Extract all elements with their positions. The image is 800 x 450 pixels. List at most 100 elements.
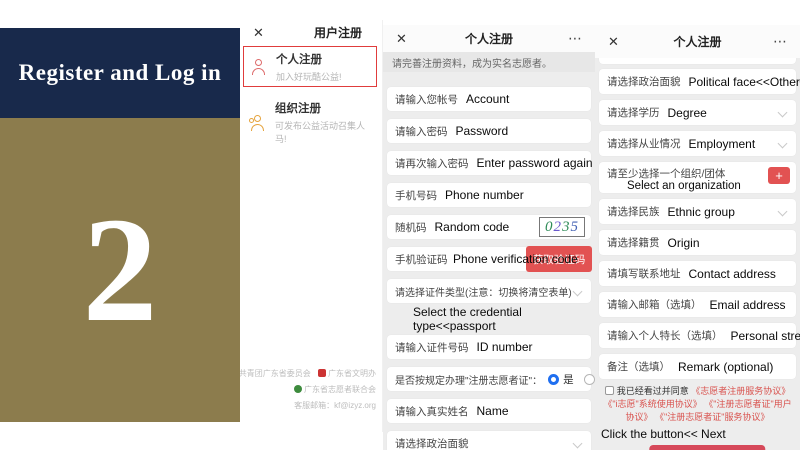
degree-placeholder: 请选择学历 <box>607 105 660 120</box>
degree-annotation: Degree <box>668 106 707 120</box>
ethnic-group-select[interactable]: 请选择民族 Ethnic group <box>599 199 796 224</box>
account-annotation: Account <box>466 92 509 106</box>
political-status-select[interactable]: 请选择政治面貌 <box>387 431 591 450</box>
add-organization-button[interactable]: + <box>768 167 790 184</box>
organization-registration-item[interactable]: 组织注册 可发布公益活动召集人马! <box>243 102 377 143</box>
sms-code-placeholder: 手机验证码 <box>395 252 448 267</box>
organization-placeholder: 请至少选择一个组织/团体 <box>607 166 725 181</box>
more-menu-icon[interactable]: ⋯ <box>773 33 788 50</box>
password-confirm-input[interactable]: 请再次输入密码 Enter password again <box>387 151 591 175</box>
group-icon <box>249 114 266 131</box>
person-icon <box>250 58 267 75</box>
strengths-annotation: Personal strengths <box>731 329 800 343</box>
personal-registration-label: 个人注册 <box>276 51 342 67</box>
sponsor-org2: 广东省文明办 <box>328 369 376 378</box>
account-placeholder: 请输入您帐号 <box>395 92 458 107</box>
degree-select[interactable]: 请选择学历 Degree <box>599 100 796 125</box>
promo-panel: Register and Log in 2 <box>0 28 240 422</box>
real-name-input[interactable]: 请输入真实姓名 Name <box>387 399 591 423</box>
radio-yes[interactable] <box>548 374 559 385</box>
sponsor-footer: 共青团广东省委员会 广东省文明办 广东省志愿者联合会 客服邮箱：kf@izyz.… <box>240 366 376 414</box>
form-hint: 请完善注册资料，成为实名志愿者。 <box>383 52 595 72</box>
step-number: 2 <box>83 195 158 345</box>
screen-personal-registration-2: ✕ 个人注册 ⋯ 请选择政治面貌 Political face<<Other 请… <box>595 25 800 450</box>
screen-user-registration: ✕ 用户注册 个人注册 加入好玩酷公益! 组织注册 可发布公益活动召集人马! 共… <box>240 20 383 432</box>
email-input[interactable]: 请输入邮箱（选填） Email address <box>599 292 796 317</box>
more-menu-icon[interactable]: ⋯ <box>568 30 583 47</box>
personal-registration-item[interactable]: 个人注册 加入好玩酷公益! <box>243 46 377 87</box>
employment-select[interactable]: 请选择从业情况 Employment <box>599 131 796 156</box>
contact-address-input[interactable]: 请填写联系地址 Contact address <box>599 261 796 286</box>
screen2-header: ✕ 个人注册 ⋯ <box>383 25 595 52</box>
employment-annotation: Employment <box>689 137 756 151</box>
personal-registration-subtitle: 加入好玩酷公益! <box>276 70 342 83</box>
cut-off-row <box>599 58 796 64</box>
next-annotation: Click the button<< Next <box>599 424 796 441</box>
get-sms-code-button[interactable]: 获取验证码 <box>526 246 592 272</box>
random-code-placeholder: 随机码 <box>395 220 427 235</box>
promo-step-block: 2 <box>0 118 240 422</box>
screen3-title: 个人注册 <box>595 33 800 50</box>
screen3-header: ✕ 个人注册 ⋯ <box>595 25 800 58</box>
radio-no[interactable] <box>584 374 595 385</box>
phone-number-annotation: Phone number <box>445 188 524 202</box>
real-name-annotation: Name <box>477 404 509 418</box>
origin-placeholder: 请选择籍贯 <box>607 235 660 250</box>
employment-placeholder: 请选择从业情况 <box>607 136 681 151</box>
chevron-down-icon <box>778 108 788 118</box>
organization-annotation: Select an organization <box>607 180 788 192</box>
page-title: Register and Log in <box>19 60 222 86</box>
id-number-input[interactable]: 请输入证件号码 ID number <box>387 335 591 359</box>
radio-yes-label: 是 <box>563 372 574 387</box>
next-page-button[interactable]: 下一页 <box>649 445 765 450</box>
political-status-select[interactable]: 请选择政治面貌 Political face<<Other <box>599 69 796 94</box>
volunteer-card-radio-group: 是否按规定办理"注册志愿者证"： 是 否 <box>387 367 591 391</box>
credential-type-placeholder: 请选择证件类型(注意：切换将清空表单) <box>395 284 572 299</box>
organization-registration-subtitle: 可发布公益活动召集人马! <box>275 119 371 145</box>
sponsor-org1: 共青团广东省委员会 <box>240 369 311 378</box>
captcha-image[interactable]: 0235 <box>539 217 585 237</box>
password-confirm-placeholder: 请再次输入密码 <box>395 156 469 171</box>
origin-annotation: Origin <box>668 236 700 250</box>
volunteer-federation-logo-icon <box>294 385 302 393</box>
strengths-input[interactable]: 请输入个人特长（选填） Personal strengths <box>599 323 796 348</box>
credential-type-annotation: Select the credential type<<passport <box>387 305 591 333</box>
password-placeholder: 请输入密码 <box>395 124 448 139</box>
chevron-down-icon <box>573 286 583 296</box>
agreement-row: 我已经看过并同意 《志愿者注册服务协议》 《"i志愿"系统使用协议》 《"注册志… <box>599 385 796 424</box>
agreement-checkbox[interactable] <box>605 386 614 395</box>
tutorial-slide: Register and Log in 2 ✕ 用户注册 个人注册 加入好玩酷公… <box>0 0 800 450</box>
real-name-placeholder: 请输入真实姓名 <box>395 404 469 419</box>
contact-address-annotation: Contact address <box>689 267 776 281</box>
civilization-office-logo-icon <box>318 369 326 377</box>
remark-placeholder: 备注（选填） <box>607 359 670 374</box>
organization-picker[interactable]: 请至少选择一个组织/团体 + Select an organization <box>599 162 796 193</box>
chevron-down-icon <box>778 139 788 149</box>
random-code-input[interactable]: 随机码 Random code 0235 <box>387 215 591 239</box>
password-input[interactable]: 请输入密码 Password <box>387 119 591 143</box>
political-status-placeholder: 请选择政治面貌 <box>395 436 469 450</box>
promo-header: Register and Log in <box>0 28 240 118</box>
account-input[interactable]: 请输入您帐号 Account <box>387 87 591 111</box>
password-confirm-annotation: Enter password again <box>477 156 593 170</box>
remark-input[interactable]: 备注（选填） Remark (optional) <box>599 354 796 379</box>
volunteer-card-question: 是否按规定办理"注册志愿者证"： <box>395 372 542 387</box>
remark-annotation: Remark (optional) <box>678 360 773 374</box>
contact-address-placeholder: 请填写联系地址 <box>607 266 681 281</box>
credential-type-select[interactable]: 请选择证件类型(注意：切换将清空表单) <box>387 279 591 303</box>
origin-select[interactable]: 请选择籍贯 Origin <box>599 230 796 255</box>
phone-number-placeholder: 手机号码 <box>395 188 437 203</box>
agreement-prefix: 我已经看过并同意 <box>617 386 692 396</box>
support-email: 客服邮箱：kf@izyz.org <box>240 398 376 414</box>
random-code-annotation: Random code <box>435 220 510 234</box>
email-placeholder: 请输入邮箱（选填） <box>607 297 702 312</box>
screen2-title: 个人注册 <box>383 30 595 47</box>
id-number-placeholder: 请输入证件号码 <box>395 340 469 355</box>
phone-number-input[interactable]: 手机号码 Phone number <box>387 183 591 207</box>
screen-personal-registration-1: ✕ 个人注册 ⋯ 请完善注册资料，成为实名志愿者。 请输入您帐号 Account… <box>383 25 595 450</box>
screen1-title: 用户注册 <box>240 24 382 41</box>
chevron-down-icon <box>573 438 583 448</box>
political-status-annotation: Political face<<Other <box>689 75 800 89</box>
password-annotation: Password <box>456 124 509 138</box>
sms-code-input[interactable]: 手机验证码 获取验证码 Phone verification code <box>387 247 591 271</box>
